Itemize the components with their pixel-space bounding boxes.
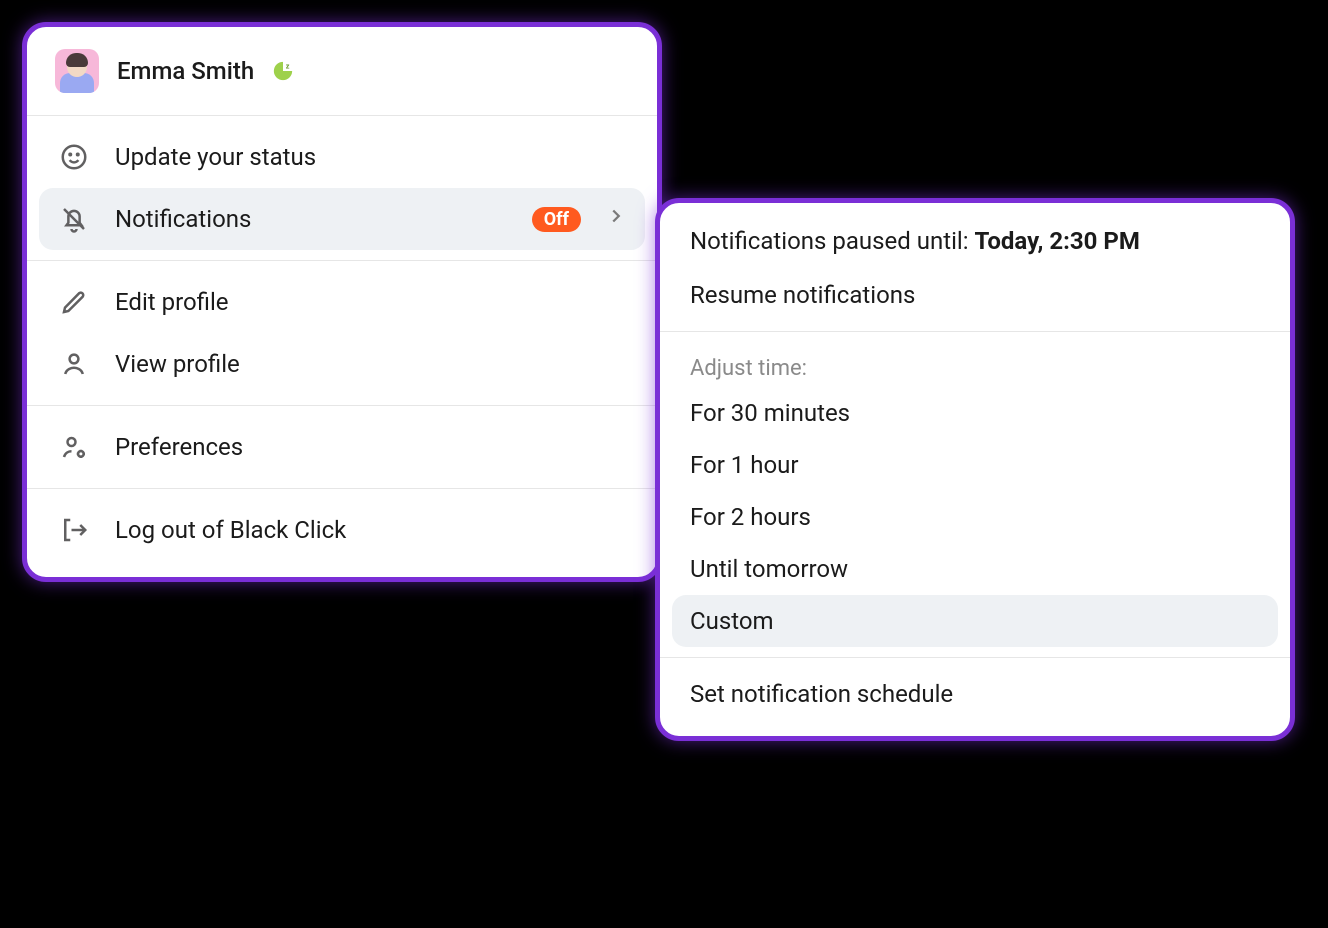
menu-item-label: For 1 hour [690,451,799,479]
adjust-option[interactable]: For 1 hour [672,439,1278,491]
view-profile-item[interactable]: View profile [39,333,645,395]
avatar-image [59,53,95,93]
logout-icon [57,513,91,547]
menu-item-label: Custom [690,607,774,635]
update-status-item[interactable]: Update your status [39,126,645,188]
chevron-right-icon [605,205,627,233]
adjust-option[interactable]: For 30 minutes [672,387,1278,439]
paused-until-line: Notifications paused until: Today, 2:30 … [672,213,1278,269]
paused-time: Today, 2:30 PM [975,227,1140,255]
avatar[interactable] [55,49,99,93]
menu-item-label: Edit profile [115,288,229,316]
snooze-status-icon: z [272,60,294,82]
user-name: Emma Smith [117,57,254,85]
preferences-item[interactable]: Preferences [39,416,645,478]
svg-text:z: z [286,61,290,70]
set-schedule-item[interactable]: Set notification schedule [672,668,1278,720]
user-header: Emma Smith z [27,27,657,116]
person-icon [57,347,91,381]
user-menu-panel: Emma Smith z Update your status [22,22,662,582]
logout-item[interactable]: Log out of Black Click [39,499,645,561]
menu-item-label: Preferences [115,433,243,461]
menu-item-label: Until tomorrow [690,555,848,583]
adjust-option[interactable]: Until tomorrow [672,543,1278,595]
adjust-option[interactable]: For 2 hours [672,491,1278,543]
edit-profile-item[interactable]: Edit profile [39,271,645,333]
menu-item-label: For 2 hours [690,503,811,531]
menu-item-label: Update your status [115,143,316,171]
adjust-time-label: Adjust time: [672,342,1278,387]
notifications-item[interactable]: Notifications Off [39,188,645,250]
menu-item-label: Resume notifications [690,281,915,309]
notifications-off-badge: Off [532,207,581,232]
menu-item-label: View profile [115,350,240,378]
menu-item-label: Notifications [115,205,251,233]
bell-off-icon [57,202,91,236]
menu-item-label: For 30 minutes [690,399,850,427]
adjust-option[interactable]: Custom [672,595,1278,647]
smile-icon [57,140,91,174]
paused-prefix: Notifications paused until: [690,227,975,255]
resume-notifications-item[interactable]: Resume notifications [672,269,1278,321]
menu-item-label: Set notification schedule [690,680,953,708]
menu-item-label: Log out of Black Click [115,516,346,544]
person-gear-icon [57,430,91,464]
pencil-icon [57,285,91,319]
notifications-submenu-panel: Notifications paused until: Today, 2:30 … [655,198,1295,741]
